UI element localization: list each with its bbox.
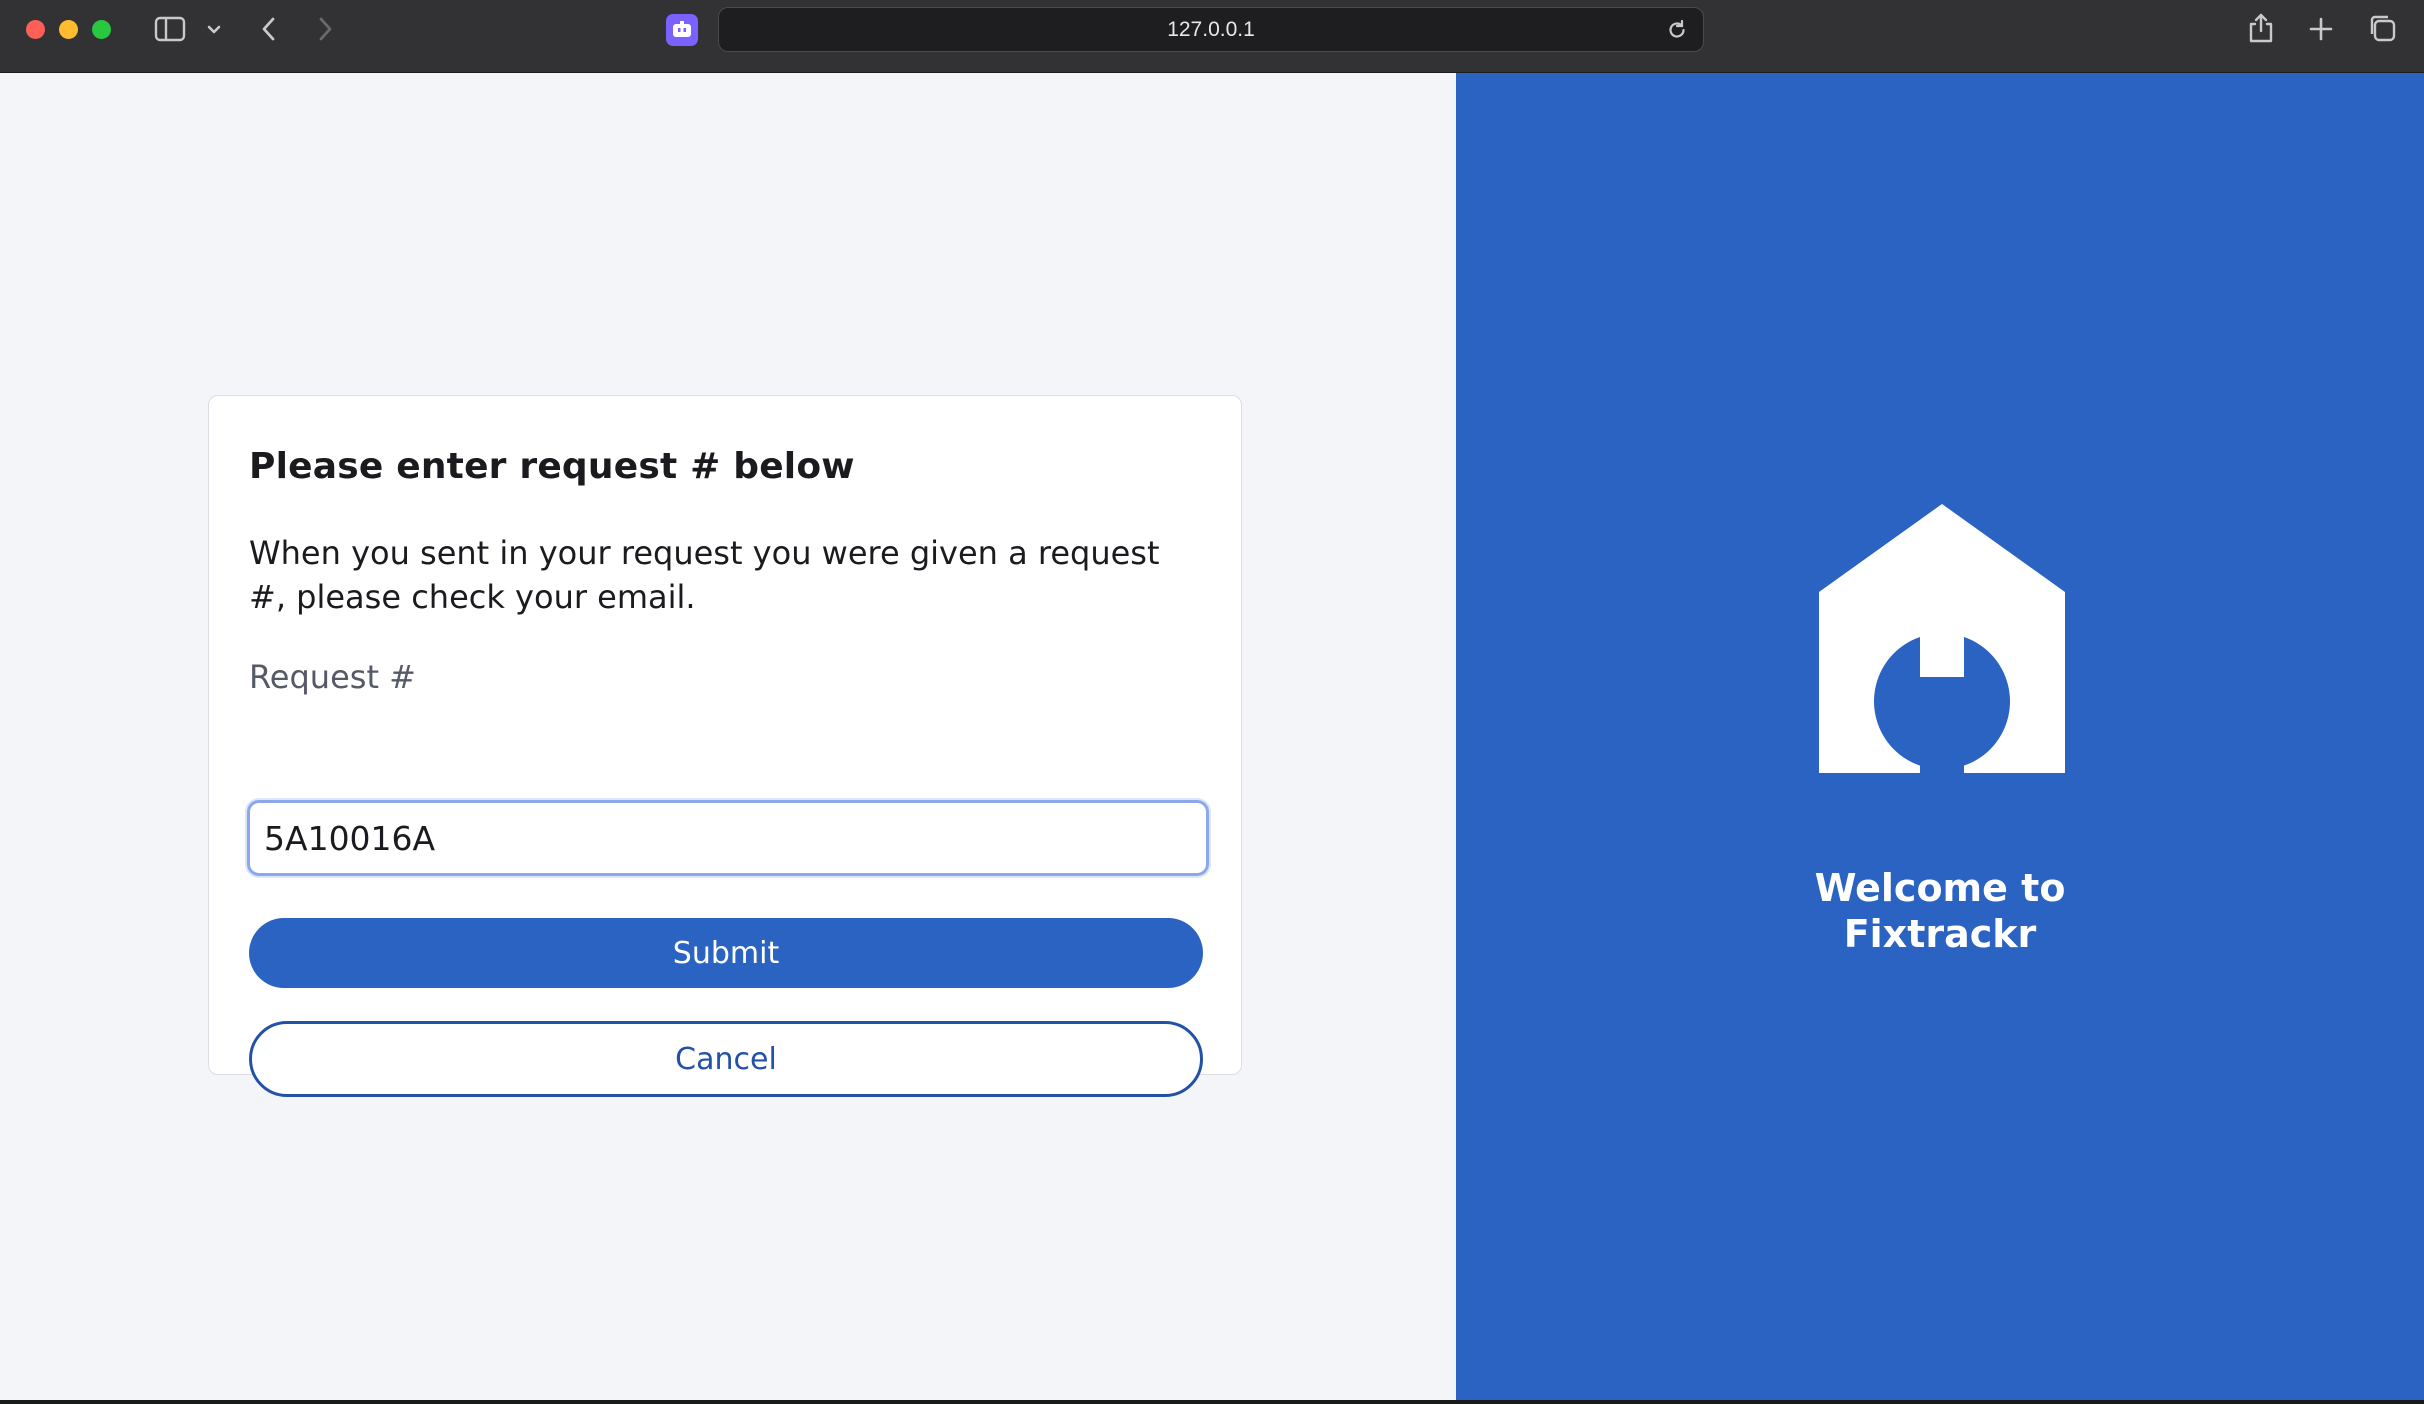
address-bar[interactable]: 127.0.0.1	[718, 7, 1704, 52]
welcome-line-1: Welcome to	[1814, 866, 2066, 910]
request-number-label: Request #	[249, 658, 416, 696]
form-title: Please enter request # below	[249, 446, 855, 487]
back-arrow-icon[interactable]	[256, 14, 282, 44]
page-content: Please enter request # below When you se…	[0, 73, 2424, 1404]
maximize-window-button[interactable]	[92, 20, 111, 39]
submit-button[interactable]: Submit	[249, 918, 1203, 988]
form-panel: Please enter request # below When you se…	[0, 73, 1456, 1404]
chevron-down-icon[interactable]	[202, 20, 226, 40]
minimize-window-button[interactable]	[59, 20, 78, 39]
request-lookup-card: Please enter request # below When you se…	[208, 395, 1242, 1097]
welcome-heading: Welcome to Fixtrackr	[1456, 865, 2424, 957]
window-bottom-edge	[0, 1400, 2424, 1404]
reload-icon[interactable]	[1665, 18, 1689, 42]
brand-name: Fixtrackr	[1843, 912, 2037, 956]
share-icon[interactable]	[2246, 10, 2276, 46]
tab-overview-icon[interactable]	[2366, 12, 2398, 44]
sidebar-toggle-icon[interactable]	[152, 14, 188, 44]
new-tab-icon[interactable]	[2306, 14, 2336, 44]
url-text: 127.0.0.1	[1167, 17, 1255, 41]
cancel-button[interactable]: Cancel	[249, 1021, 1203, 1097]
browser-toolbar: 127.0.0.1	[0, 0, 2424, 73]
house-wrench-icon	[1819, 504, 2065, 774]
close-window-button[interactable]	[26, 20, 45, 39]
forward-arrow-icon[interactable]	[312, 14, 338, 44]
site-favicon-icon	[666, 14, 698, 46]
request-number-input[interactable]	[247, 800, 1209, 876]
form-description: When you sent in your request you were g…	[249, 534, 1160, 616]
welcome-panel: Welcome to Fixtrackr	[1456, 73, 2424, 1404]
